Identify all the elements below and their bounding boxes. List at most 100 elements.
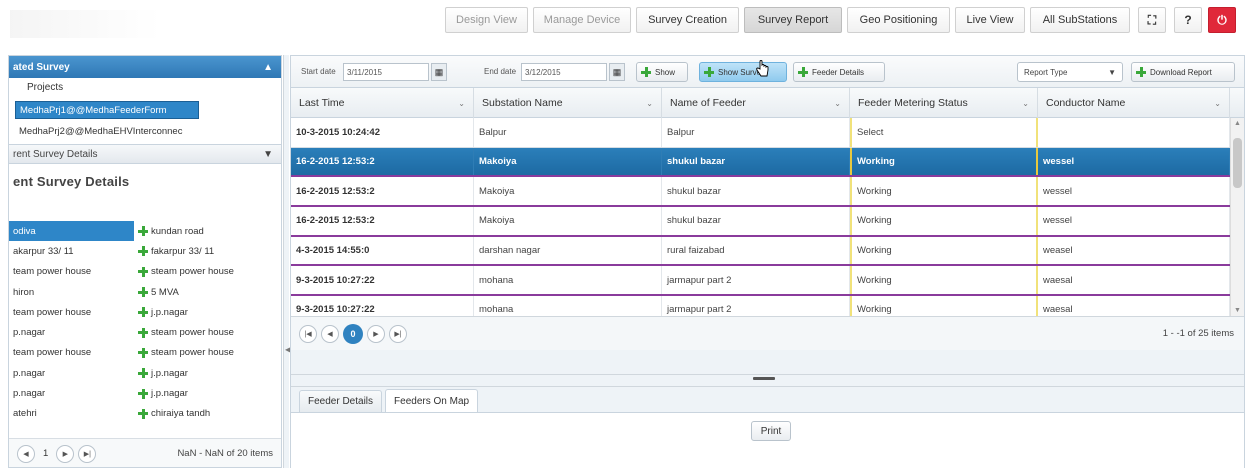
pager-last-icon[interactable]: ▶| (78, 444, 97, 463)
start-date-input[interactable]: 3/11/2015 (343, 63, 429, 81)
column-menu-chevron-icon[interactable]: ⌄ (834, 99, 841, 108)
nav-all-substations-button[interactable]: All SubStations (1030, 7, 1130, 33)
table-row[interactable]: 9-3-2015 10:27:22 mohana jarmapur part 2 Wo… (291, 266, 1244, 297)
table-cell[interactable]: waesal (1038, 266, 1230, 295)
table-row[interactable]: 9-3-2015 10:27:22 mohana jarmapur part 2 Wo… (291, 296, 1244, 316)
column-header[interactable]: Substation Name ⌄ (474, 88, 662, 118)
table-cell[interactable]: wessel (1038, 207, 1230, 235)
survey-feeder-cell[interactable]: steam power house (134, 347, 234, 358)
feeder-details-button[interactable]: Feeder Details (793, 62, 885, 82)
table-cell[interactable]: 16-2-2015 12:53:2 (291, 147, 474, 176)
table-cell[interactable]: Balpur (662, 118, 850, 147)
survey-list-row[interactable]: p.nagar steam power house (9, 322, 279, 342)
add-icon[interactable] (138, 327, 148, 338)
survey-feeder-cell[interactable]: 5 MVA (134, 287, 179, 298)
survey-list-row[interactable]: team power house steam power house (9, 262, 279, 282)
collapse-up-icon[interactable]: ▲ (263, 62, 273, 73)
table-cell[interactable]: Working (850, 266, 1038, 295)
table-row[interactable]: 16-2-2015 12:53:2 Makoiya shukul bazar Work… (291, 147, 1244, 178)
table-cell[interactable]: 9-3-2015 10:27:22 (291, 266, 474, 295)
survey-substation-cell[interactable]: hiron (9, 282, 134, 302)
table-cell[interactable]: 16-2-2015 12:53:2 (291, 177, 474, 206)
table-cell[interactable]: weasel (1038, 236, 1230, 265)
table-cell[interactable]: 16-2-2015 12:53:2 (291, 207, 474, 235)
column-menu-chevron-icon[interactable]: ⌄ (1022, 99, 1029, 108)
end-date-input[interactable]: 3/12/2015 (521, 63, 607, 81)
pager-last-icon[interactable]: ▶| (389, 324, 407, 343)
survey-feeder-cell[interactable]: steam power house (134, 327, 234, 338)
download-report-button[interactable]: Download Report (1131, 62, 1235, 82)
table-cell[interactable]: mohana (474, 296, 662, 316)
survey-list-row[interactable]: p.nagar j.p.nagar (9, 383, 279, 403)
column-menu-chevron-icon[interactable]: ⌄ (646, 99, 653, 108)
add-icon[interactable] (138, 388, 148, 399)
survey-list-row[interactable]: hiron 5 MVA (9, 282, 279, 302)
column-header[interactable]: Last Time ⌄ (291, 88, 474, 118)
table-cell[interactable]: Working (850, 296, 1038, 316)
column-header[interactable]: Feeder Metering Status ⌄ (850, 88, 1038, 118)
survey-substation-cell[interactable]: p.nagar (9, 383, 134, 403)
table-cell[interactable]: 10-3-2015 10:24:42 (291, 118, 474, 147)
table-cell[interactable]: shukul bazar (662, 147, 850, 176)
table-row[interactable]: 10-3-2015 10:24:42 Balpur Balpur Select (291, 118, 1244, 148)
help-button[interactable]: ? (1174, 7, 1202, 33)
pager-current-page[interactable]: 0 (343, 323, 363, 344)
table-cell[interactable]: Working (850, 236, 1038, 265)
column-menu-chevron-icon[interactable]: ⌄ (1214, 99, 1221, 108)
table-row[interactable]: 16-2-2015 12:53:2 Makoiya shukul bazar Work… (291, 207, 1244, 237)
survey-feeder-cell[interactable]: j.p.nagar (134, 368, 188, 379)
table-cell[interactable]: Balpur (474, 118, 662, 147)
survey-substation-cell[interactable]: team power house (9, 343, 134, 363)
tab-feeders-on-map[interactable]: Feeders On Map (385, 389, 479, 412)
nav-geo-positioning-button[interactable]: Geo Positioning (847, 7, 950, 33)
table-cell[interactable]: Makoiya (474, 207, 662, 235)
survey-feeder-cell[interactable]: steam power house (134, 266, 234, 277)
table-cell[interactable] (1038, 118, 1230, 147)
add-icon[interactable] (138, 266, 148, 277)
survey-feeder-cell[interactable]: chiraiya tandh (134, 408, 210, 419)
nav-survey-report-button[interactable]: Survey Report (744, 7, 842, 33)
expand-down-icon[interactable]: ▼ (263, 149, 273, 160)
add-icon[interactable] (138, 226, 148, 237)
splitter-grip-icon[interactable] (753, 377, 775, 380)
project-item[interactable]: MedhaPrj2@@MedhaEHVInterconnec (15, 122, 281, 140)
table-row[interactable]: 16-2-2015 12:53:2 Makoiya shukul bazar Work… (291, 177, 1244, 208)
survey-substation-cell[interactable]: p.nagar (9, 363, 134, 383)
table-row[interactable]: 4-3-2015 14:55:0 darshan nagar rural faiza… (291, 236, 1244, 267)
table-cell[interactable]: jarmapur part 2 (662, 266, 850, 295)
add-icon[interactable] (138, 408, 148, 419)
table-cell[interactable]: shukul bazar (662, 207, 850, 235)
tab-feeder-details[interactable]: Feeder Details (299, 390, 383, 412)
survey-list-row[interactable]: odiva kundan road (9, 221, 279, 242)
pager-prev-icon[interactable]: ◀ (17, 444, 35, 463)
add-icon[interactable] (138, 307, 148, 318)
add-icon[interactable] (138, 347, 148, 358)
table-cell[interactable]: Working (850, 147, 1038, 176)
add-icon[interactable] (138, 287, 148, 298)
survey-feeder-cell[interactable]: j.p.nagar (134, 388, 188, 399)
table-cell[interactable]: Working (850, 177, 1038, 206)
nav-survey-creation-button[interactable]: Survey Creation (636, 7, 739, 33)
table-cell[interactable]: waesal (1038, 296, 1230, 316)
survey-feeder-cell[interactable]: kundan road (134, 226, 204, 237)
pager-first-icon[interactable]: |◀ (299, 324, 317, 343)
print-button[interactable]: Print (751, 421, 791, 441)
column-menu-chevron-icon[interactable]: ⌄ (458, 99, 465, 108)
nav-design-view-button[interactable]: Design View (445, 7, 528, 33)
survey-feeder-cell[interactable]: fakarpur 33/ 11 (134, 246, 214, 257)
column-header[interactable]: Name of Feeder ⌄ (662, 88, 850, 118)
table-cell[interactable]: wessel (1038, 177, 1230, 206)
pager-next-icon[interactable]: ▶ (367, 324, 385, 343)
survey-substation-cell[interactable]: atehri (9, 404, 134, 424)
table-cell[interactable]: rural faizabad (662, 236, 850, 265)
survey-substation-cell[interactable]: p.nagar (9, 322, 134, 342)
calendar-icon[interactable]: ▦ (609, 63, 625, 81)
survey-list-row[interactable]: team power house steam power house (9, 343, 279, 363)
show-button[interactable]: Show (636, 62, 688, 82)
power-icon[interactable]: ⏻ (1208, 7, 1236, 33)
calendar-icon[interactable]: ▦ (431, 63, 447, 81)
horizontal-splitter[interactable] (291, 374, 1244, 382)
scroll-up-icon[interactable]: ▲ (1234, 120, 1241, 127)
table-cell[interactable]: mohana (474, 266, 662, 295)
survey-list-row[interactable]: atehri chiraiya tandh (9, 404, 279, 424)
